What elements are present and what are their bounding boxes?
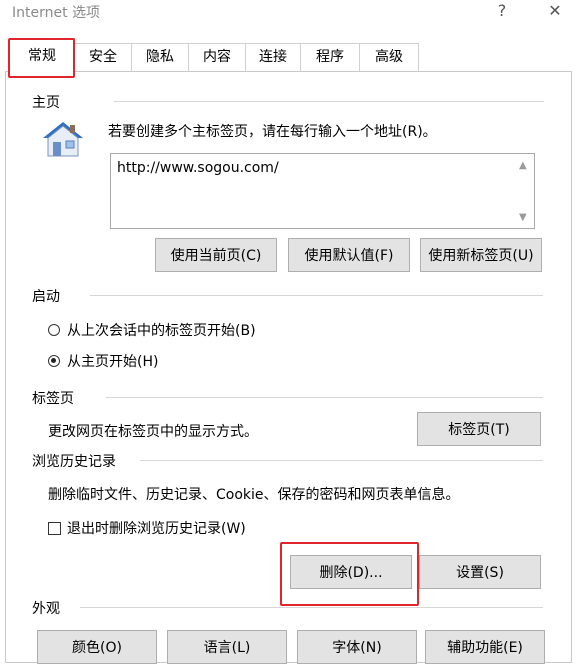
tab-security[interactable]: 安全: [74, 43, 132, 71]
delete-on-exit-checkbox[interactable]: [48, 522, 61, 535]
startup-section-label: 启动: [32, 289, 60, 305]
languages-button[interactable]: 语言(L): [167, 630, 287, 664]
history-description: 删除临时文件、历史记录、Cookie、保存的密码和网页表单信息。: [48, 487, 460, 503]
tabs-settings-button[interactable]: 标签页(T): [417, 412, 541, 446]
tab-advanced[interactable]: 高级: [359, 43, 419, 71]
accessibility-button[interactable]: 辅助功能(E): [425, 630, 545, 664]
homepage-separator: [114, 101, 544, 102]
tabs-section-label: 标签页: [32, 391, 74, 407]
delete-on-exit-label[interactable]: 退出时删除浏览历史记录(W): [67, 518, 246, 538]
fonts-button[interactable]: 字体(N): [297, 630, 417, 664]
history-separator: [140, 460, 543, 461]
startup-separator: [90, 295, 543, 296]
help-button[interactable]: ?: [490, 0, 514, 22]
radio-last-session-label[interactable]: 从上次会话中的标签页开始(B): [67, 320, 256, 340]
tab-programs[interactable]: 程序: [300, 43, 360, 71]
history-section-label: 浏览历史记录: [32, 454, 116, 470]
house-icon: [40, 118, 86, 160]
radio-start-with-homepage[interactable]: [48, 355, 60, 367]
highlight-box-delete-button: [280, 542, 419, 606]
use-current-page-button[interactable]: 使用当前页(C): [155, 238, 277, 272]
homepage-url-value: http://www.sogou.com/: [117, 160, 279, 176]
scroll-down-icon[interactable]: ▼: [519, 212, 527, 223]
colors-button[interactable]: 颜色(O): [37, 630, 157, 664]
scroll-up-icon[interactable]: ▲: [519, 160, 527, 171]
tab-content[interactable]: 内容: [188, 43, 246, 71]
tabs-description: 更改网页在标签页中的显示方式。: [48, 424, 258, 440]
close-button[interactable]: ✕: [543, 0, 567, 22]
highlight-box-general-tab: [8, 38, 75, 78]
tab-connections[interactable]: 连接: [245, 43, 301, 71]
tab-privacy[interactable]: 隐私: [131, 43, 189, 71]
radio-start-with-homepage-label[interactable]: 从主页开始(H): [67, 351, 158, 371]
history-settings-button[interactable]: 设置(S): [419, 555, 541, 589]
window-title: Internet 选项: [12, 5, 101, 21]
use-default-button[interactable]: 使用默认值(F): [288, 238, 410, 272]
radio-last-session[interactable]: [48, 324, 60, 336]
homepage-instruction: 若要创建多个主标签页，请在每行输入一个地址(R)。: [108, 124, 437, 140]
homepage-section-label: 主页: [32, 95, 60, 111]
use-new-tab-button[interactable]: 使用新标签页(U): [420, 238, 542, 272]
appearance-section-label: 外观: [32, 601, 60, 617]
tabs-separator: [106, 397, 543, 398]
appearance-separator: [80, 607, 543, 608]
homepage-url-textarea[interactable]: http://www.sogou.com/: [110, 153, 535, 229]
